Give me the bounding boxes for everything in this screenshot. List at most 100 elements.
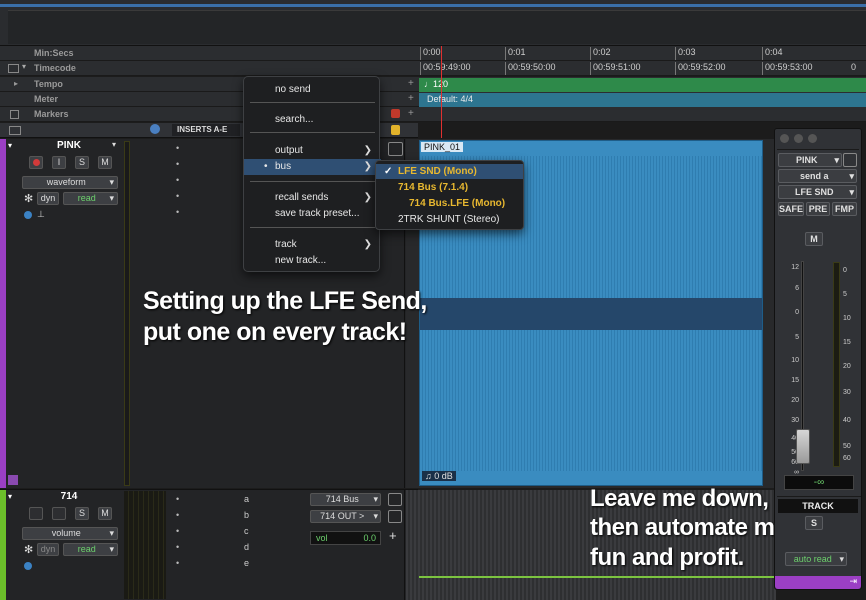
output-selector[interactable]: 714 OUT > ▾ (310, 510, 381, 523)
automation-mode-selector[interactable]: read ▾ (63, 543, 118, 556)
insert-slot-dot[interactable]: • (176, 526, 179, 536)
fader-handle[interactable] (796, 429, 810, 464)
mute-button[interactable]: M (98, 507, 112, 520)
disclosure-down-icon[interactable]: ▾ (22, 62, 26, 71)
send-slot-label[interactable]: e (244, 558, 249, 568)
window-target-icon[interactable] (843, 153, 857, 167)
dyn-button[interactable]: dyn (37, 543, 59, 556)
track-1-color-tab[interactable] (0, 139, 6, 488)
output-arrow-icon[interactable]: ⇥ (849, 576, 857, 587)
track-1-name[interactable]: PINK (20, 140, 118, 153)
send-level-readout[interactable]: -∞ (784, 475, 854, 490)
track-list-icon[interactable] (9, 126, 21, 135)
send-solo-button[interactable]: S (805, 516, 823, 530)
send-bus-selector[interactable]: LFE SND ▾ (778, 185, 857, 199)
track-1-view-selector[interactable]: waveform ▾ (22, 176, 118, 189)
menu-item-output[interactable]: output ❯ (244, 143, 381, 159)
region-gain[interactable]: ♫ 0 dB (422, 471, 456, 481)
send-slot-label[interactable]: d (244, 542, 249, 552)
ruler-label-markers: Markers (34, 109, 69, 119)
region-gain-value: 0 dB (434, 471, 453, 481)
menu-item-recall-sends[interactable]: recall sends ❯ (244, 190, 381, 206)
volume-automation-line[interactable] (419, 576, 776, 578)
safe-button[interactable]: SAFE (778, 202, 804, 216)
track-1-disclosure-icon[interactable]: ▾ (8, 141, 12, 150)
close-icon[interactable] (780, 134, 789, 143)
send-slot-label[interactable]: c (244, 526, 249, 536)
menu-item-new-track[interactable]: new track... (244, 253, 381, 269)
markers-icon[interactable] (10, 110, 19, 119)
insert-slot-dot[interactable]: • (176, 159, 179, 169)
timebase-icon[interactable] (24, 211, 32, 219)
menu-item-save-preset[interactable]: save track preset... (244, 206, 381, 222)
placeholder-button[interactable] (52, 507, 66, 520)
menu-item-search[interactable]: search... (244, 112, 381, 128)
send-mute-button[interactable]: M (805, 232, 823, 246)
insert-slot-dot[interactable]: • (176, 510, 179, 520)
io-position-icon[interactable] (388, 493, 402, 506)
menu-item-no-send[interactable]: no send (244, 82, 381, 98)
add-icon[interactable]: + (389, 528, 397, 543)
checkmark-icon: ✓ (384, 166, 393, 177)
input-monitor-button[interactable]: I (52, 156, 66, 169)
track-1-view-label: waveform (46, 177, 86, 187)
disclosure-right-icon[interactable]: ▸ (14, 79, 18, 88)
pan-icon[interactable]: ⊥ (37, 209, 45, 220)
inserts-header[interactable]: INSERTS A-E (172, 124, 240, 136)
insert-slot-dot[interactable]: • (176, 191, 179, 201)
submenu-item-714-bus-lfe[interactable]: 714 Bus.LFE (Mono) (376, 196, 523, 211)
track-2-name[interactable]: 714 (20, 491, 118, 504)
insert-slot-dot[interactable]: • (176, 143, 179, 153)
send-selector[interactable]: send a ▾ (778, 169, 857, 183)
dyn-button[interactable]: dyn (37, 192, 59, 205)
send-slot-label[interactable]: a (244, 494, 249, 504)
submenu-item-lfe-snd[interactable]: ✓ LFE SND (Mono) (376, 164, 523, 179)
solo-button[interactable]: S (75, 507, 89, 520)
add-meter-icon[interactable]: + (408, 93, 414, 104)
tempo-bar[interactable]: ♩ 120 (419, 78, 866, 92)
playhead-line[interactable] (441, 46, 442, 138)
send-position-icon[interactable] (388, 142, 403, 156)
zoom-icon[interactable] (808, 134, 817, 143)
solo-button[interactable]: S (75, 156, 89, 169)
fmp-button[interactable]: FMP (832, 202, 857, 216)
asterisk-icon[interactable]: ✻ (24, 543, 33, 556)
send-automation-selector[interactable]: auto read ▾ (785, 552, 847, 566)
add-marker-icon[interactable]: + (408, 108, 414, 119)
ruler-menu-icon[interactable] (8, 64, 19, 73)
menu-item-track[interactable]: track ❯ (244, 237, 381, 253)
track-2-color-tab[interactable] (0, 490, 6, 600)
meter-bar[interactable]: Default: 4/4 (419, 93, 866, 107)
pre-button[interactable]: PRE (806, 202, 830, 216)
track-2-view-selector[interactable]: volume ▾ (22, 527, 118, 540)
minimize-icon[interactable] (794, 134, 803, 143)
send-track-selector[interactable]: PINK ▾ (778, 153, 842, 167)
record-arm-button[interactable] (29, 156, 43, 169)
timebase-icon[interactable] (24, 562, 32, 570)
send-slot-label[interactable]: b (244, 510, 249, 520)
menu-item-bus[interactable]: • bus ❯ (244, 159, 381, 175)
insert-slot-dot[interactable]: • (176, 558, 179, 568)
shield-icon[interactable] (391, 125, 400, 135)
ruler-label-timecode: Timecode (34, 63, 76, 73)
automation-mode-selector[interactable]: read ▾ (63, 192, 118, 205)
insert-slot-dot[interactable]: • (176, 207, 179, 217)
track-2-disclosure-icon[interactable]: ▾ (8, 492, 12, 501)
asterisk-icon[interactable]: ✻ (24, 192, 33, 205)
caption-line: put one on every track! (143, 317, 407, 346)
insert-slot-dot[interactable]: • (176, 175, 179, 185)
view-selector-icon[interactable] (150, 124, 160, 134)
volume-readout[interactable]: vol 0.0 (310, 531, 381, 545)
marker-record-icon[interactable] (391, 109, 400, 118)
placeholder-button[interactable] (29, 507, 43, 520)
mute-button[interactable]: M (98, 156, 112, 169)
insert-slot-dot[interactable]: • (176, 494, 179, 504)
input-selector[interactable]: 714 Bus ▾ (310, 493, 381, 506)
submenu-item-714-bus[interactable]: 714 Bus (7.1.4) (376, 180, 523, 195)
track-1-name-menu-icon[interactable]: ▾ (112, 140, 116, 149)
add-tempo-icon[interactable]: + (408, 78, 414, 89)
resize-handle-icon[interactable] (8, 475, 18, 485)
insert-slot-dot[interactable]: • (176, 542, 179, 552)
submenu-item-2trk-shunt[interactable]: 2TRK SHUNT (Stereo) (376, 212, 523, 227)
list-icon[interactable] (388, 510, 402, 523)
